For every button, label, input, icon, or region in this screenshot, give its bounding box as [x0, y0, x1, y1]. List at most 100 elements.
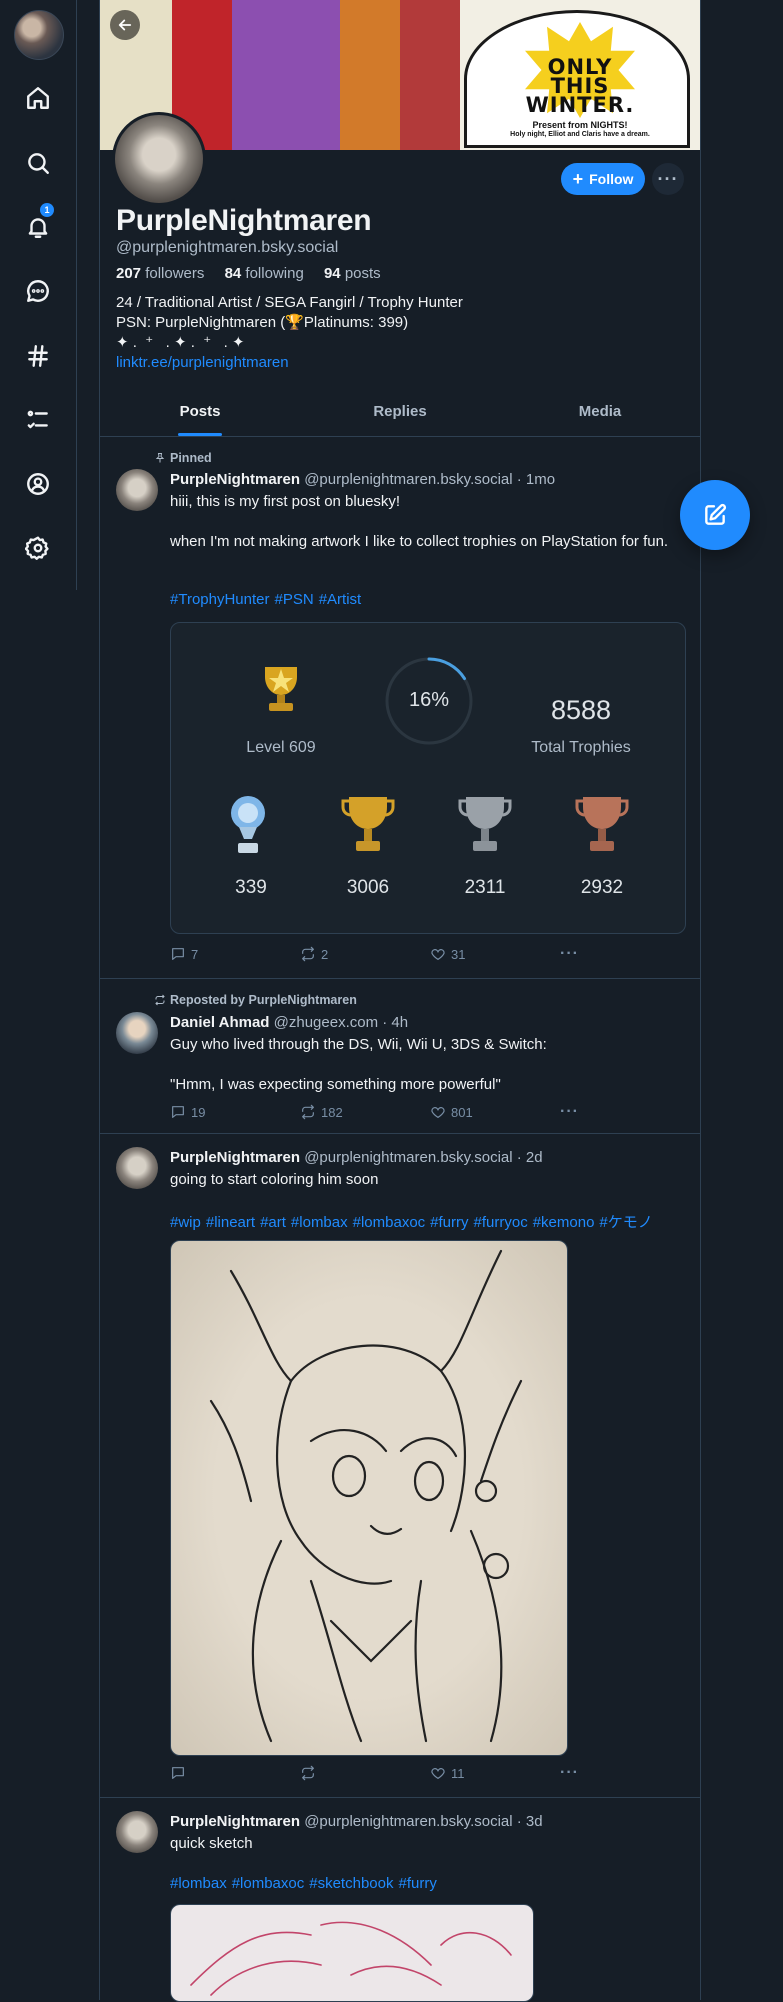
post-more-button[interactable]: ···	[560, 945, 579, 963]
tab-replies[interactable]: Replies	[300, 392, 500, 436]
back-button[interactable]	[110, 10, 140, 40]
reply-button[interactable]	[170, 1765, 191, 1781]
post-image-lineart[interactable]	[170, 1240, 568, 1756]
hashtag-link[interactable]: #furry	[398, 1875, 436, 1892]
post-more-button[interactable]: ···	[560, 1103, 579, 1121]
following-stat[interactable]: 84 following	[225, 265, 312, 282]
post-timestamp[interactable]: · 2d	[517, 1149, 543, 1166]
post-author-name[interactable]: PurpleNightmaren	[170, 471, 300, 488]
reply-button[interactable]: 19	[170, 1104, 205, 1120]
tab-posts[interactable]: Posts	[100, 392, 300, 436]
banner-poster-text: ONLY THIS WINTER.	[525, 55, 635, 117]
hashtag-link[interactable]: #furry	[430, 1214, 468, 1231]
post-author-avatar[interactable]	[116, 1811, 158, 1853]
post-header: PurpleNightmaren @purplenightmaren.bsky.…	[170, 1813, 543, 1830]
repost-button[interactable]: 182	[300, 1104, 343, 1120]
banner-poster-caption: Present from NIGHTS! Holy night, Elliot …	[510, 120, 650, 138]
hashtag-link[interactable]: #lombax	[291, 1214, 348, 1231]
hashtag-link[interactable]: #sketchbook	[309, 1875, 393, 1892]
repost-icon	[155, 994, 165, 1006]
user-circle-icon	[27, 473, 49, 495]
feed-post[interactable]: Reposted by PurpleNightmaren Daniel Ahma…	[100, 978, 700, 1134]
post-author-name[interactable]: Daniel Ahmad	[170, 1014, 269, 1031]
lineart-drawing	[209, 1249, 523, 1743]
follow-button[interactable]: + Follow	[561, 163, 645, 195]
feeds-button[interactable]	[18, 336, 58, 376]
post-actions: 7 2 31 ···	[170, 944, 610, 964]
post-author-name[interactable]: PurpleNightmaren	[170, 1813, 300, 1830]
hashtag-link[interactable]: #kemono	[533, 1214, 595, 1231]
post-header: PurpleNightmaren @purplenightmaren.bsky.…	[170, 471, 555, 488]
post-author-handle[interactable]: @purplenightmaren.bsky.social	[304, 1813, 512, 1830]
search-button[interactable]	[18, 143, 58, 183]
hashtag-link[interactable]: #Artist	[319, 591, 362, 608]
profile-link[interactable]: linktr.ee/purplenightmaren	[116, 354, 289, 371]
post-author-handle[interactable]: @purplenightmaren.bsky.social	[304, 1149, 512, 1166]
post-timestamp[interactable]: · 3d	[517, 1813, 543, 1830]
profile-stats: 207 followers 84 following 94 posts	[116, 265, 397, 282]
post-author-handle[interactable]: @zhugeex.com	[274, 1014, 378, 1031]
profile-more-button[interactable]: ···	[652, 163, 684, 195]
post-author-avatar[interactable]	[116, 1147, 158, 1189]
reply-icon	[172, 1106, 184, 1118]
post-author-avatar[interactable]	[116, 1012, 158, 1054]
posts-stat: 94 posts	[323, 265, 381, 282]
followers-stat[interactable]: 207 followers	[116, 265, 212, 282]
like-button[interactable]: 11	[430, 1765, 465, 1781]
hashtag-link[interactable]: #TrophyHunter	[170, 591, 270, 608]
list-icon	[27, 410, 48, 429]
hashtag-link[interactable]: #lombaxoc	[232, 1875, 305, 1892]
repost-button[interactable]	[300, 1765, 321, 1781]
ellipsis-icon: ···	[560, 1103, 579, 1120]
reply-button[interactable]: 7	[170, 946, 198, 962]
post-actions: 11 ···	[170, 1763, 610, 1783]
ellipsis-icon: ···	[560, 1764, 579, 1781]
repost-button[interactable]: 2	[300, 946, 328, 962]
hashtag-link[interactable]: #lineart	[206, 1214, 255, 1231]
hashtag-link[interactable]: #wip	[170, 1214, 201, 1231]
lists-button[interactable]	[18, 400, 58, 440]
profile-avatar[interactable]	[112, 112, 206, 206]
profile-handle: @purplenightmaren.bsky.social	[116, 239, 339, 256]
post-author-handle[interactable]: @purplenightmaren.bsky.social	[304, 471, 512, 488]
hashtag-link[interactable]: #PSN	[275, 591, 314, 608]
arrow-left-icon	[118, 19, 132, 31]
home-button[interactable]	[18, 78, 58, 118]
compose-post-button[interactable]	[680, 480, 750, 550]
bell-icon	[28, 218, 48, 238]
hashtag-link[interactable]: #lombaxoc	[353, 1214, 426, 1231]
plus-icon: +	[572, 169, 584, 189]
post-more-button[interactable]: ···	[560, 1764, 579, 1782]
hashtag-link[interactable]: #furryoc	[474, 1214, 528, 1231]
profile-bio: 24 / Traditional Artist / SEGA Fangirl /…	[116, 294, 463, 371]
hashtag-link[interactable]: #ケモノ	[599, 1214, 652, 1231]
sketch-drawing	[190, 1921, 512, 1996]
post-timestamp[interactable]: · 4h	[382, 1014, 408, 1031]
tab-media[interactable]: Media	[500, 392, 700, 436]
left-nav-rail: 1	[0, 0, 77, 590]
post-header: Daniel Ahmad @zhugeex.com · 4h	[170, 1014, 408, 1031]
hashtag-link[interactable]: #art	[260, 1214, 286, 1231]
like-button[interactable]: 31	[430, 946, 465, 962]
settings-button[interactable]	[18, 528, 58, 568]
post-author-avatar[interactable]	[116, 469, 158, 511]
notifications-badge: 1	[40, 203, 54, 217]
heart-icon	[431, 949, 445, 960]
hashtag-link[interactable]: #lombax	[170, 1875, 227, 1892]
post-text: hiii, this is my first post on bluesky! …	[170, 493, 669, 550]
profile-button[interactable]	[18, 464, 58, 504]
post-image-sketch[interactable]	[170, 1904, 534, 2002]
like-button[interactable]: 801	[430, 1104, 473, 1120]
post-timestamp[interactable]: · 1mo	[517, 471, 555, 488]
chat-button[interactable]	[18, 271, 58, 311]
notifications-button[interactable]: 1	[18, 203, 58, 247]
level-trophy-icon	[265, 667, 297, 711]
post-author-name[interactable]: PurpleNightmaren	[170, 1149, 300, 1166]
profile-column: ONLY THIS WINTER. Present from NIGHTS! H…	[99, 0, 701, 2002]
current-user-avatar[interactable]	[14, 10, 64, 60]
reply-icon	[172, 1767, 184, 1779]
trophy-card-image[interactable]: Level 609 16% 8588 Total Trophies 339 30…	[170, 622, 686, 934]
post-hashtags: #TrophyHunter #PSN #Artist	[170, 591, 690, 608]
silver-count: 2311	[464, 877, 506, 898]
trophy-progress-text: 16%	[408, 689, 450, 711]
